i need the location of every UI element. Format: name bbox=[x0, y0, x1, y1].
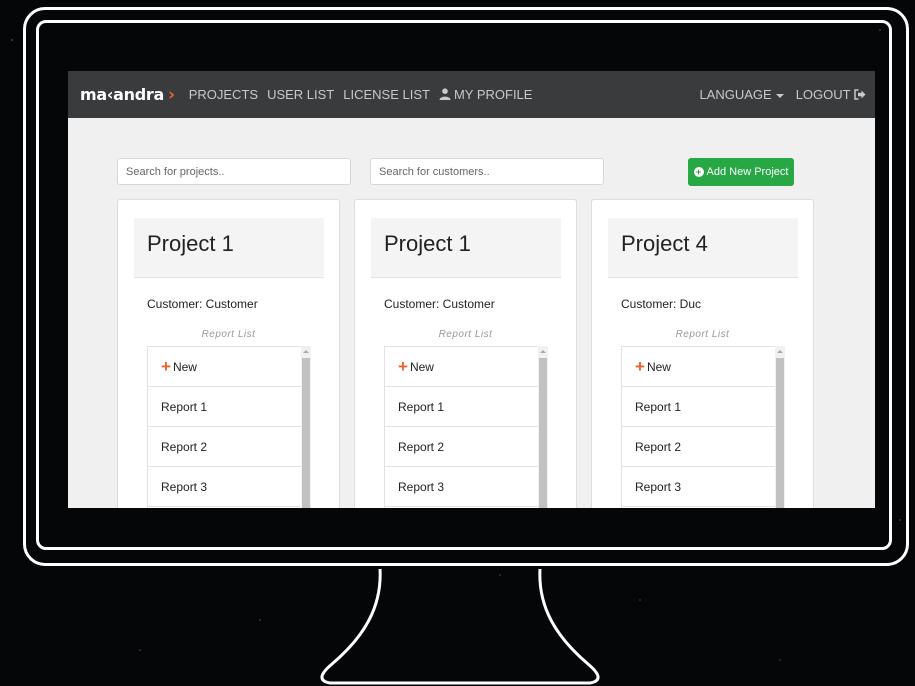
scroll-up-icon[interactable] bbox=[303, 350, 309, 353]
project-title[interactable]: Project 1 bbox=[147, 231, 234, 257]
report-item[interactable]: Report 1 bbox=[385, 387, 538, 427]
nav-my-profile[interactable]: MY PROFILE bbox=[439, 87, 533, 102]
new-report-label: New bbox=[409, 359, 434, 374]
new-report-button[interactable]: + New bbox=[385, 347, 538, 387]
search-projects-input[interactable] bbox=[117, 158, 351, 185]
nav-my-profile-label: MY PROFILE bbox=[453, 87, 533, 102]
report-list-scrollbar[interactable] bbox=[538, 346, 548, 508]
card-header: Project 1 bbox=[134, 218, 324, 278]
nav-projects[interactable]: PROJECTS bbox=[189, 87, 258, 102]
nav-user-list[interactable]: USER LIST bbox=[267, 87, 334, 102]
card-header: Project 4 bbox=[608, 218, 798, 278]
language-dropdown[interactable]: LANGUAGE bbox=[699, 87, 784, 102]
plus-circle-icon: + bbox=[693, 167, 704, 177]
user-icon bbox=[439, 88, 451, 100]
report-item[interactable]: Report 1 bbox=[148, 387, 301, 427]
scrollbar-thumb[interactable] bbox=[539, 358, 547, 508]
logo-text: ma‹andra bbox=[80, 85, 164, 104]
project-card: Project 1 Customer: Customer Report List… bbox=[354, 199, 577, 508]
new-report-button[interactable]: + New bbox=[148, 347, 301, 387]
project-title[interactable]: Project 4 bbox=[621, 231, 708, 257]
new-report-label: New bbox=[172, 359, 197, 374]
customer-label: Customer: Customer bbox=[384, 297, 495, 311]
report-list-heading: Report List bbox=[675, 329, 730, 340]
scroll-up-icon[interactable] bbox=[777, 350, 783, 353]
customer-label: Customer: Customer bbox=[147, 297, 258, 311]
report-item[interactable]: Report 3 bbox=[385, 467, 538, 507]
customer-label: Customer: Duc bbox=[621, 297, 702, 311]
report-list: + New Report 1 Report 2 Report 3 bbox=[147, 346, 302, 508]
caret-down-icon bbox=[775, 93, 784, 98]
report-item[interactable]: Report 3 bbox=[622, 467, 775, 507]
report-item[interactable]: Report 2 bbox=[622, 427, 775, 467]
language-label: LANGUAGE bbox=[699, 87, 772, 102]
report-list: + New Report 1 Report 2 Report 3 bbox=[384, 346, 539, 508]
scrollbar-thumb[interactable] bbox=[302, 358, 310, 508]
project-card: Project 1 Customer: Customer Report List… bbox=[117, 199, 340, 508]
report-item[interactable]: Report 2 bbox=[148, 427, 301, 467]
project-title[interactable]: Project 1 bbox=[384, 231, 471, 257]
report-list-scrollbar[interactable] bbox=[775, 346, 785, 508]
plus-icon: + bbox=[635, 357, 645, 376]
nav-license-list[interactable]: LICENSE LIST bbox=[343, 87, 430, 102]
sign-out-icon bbox=[854, 89, 866, 100]
project-card: Project 4 Customer: Duc Report List + Ne… bbox=[591, 199, 814, 508]
scroll-up-icon[interactable] bbox=[540, 350, 546, 353]
report-item[interactable]: Report 1 bbox=[622, 387, 775, 427]
new-report-label: New bbox=[646, 359, 671, 374]
logout-label: LOGOUT bbox=[795, 87, 851, 102]
report-list-heading: Report List bbox=[201, 329, 256, 340]
report-item[interactable]: Report 3 bbox=[148, 467, 301, 507]
plus-icon: + bbox=[161, 357, 171, 376]
logout-link[interactable]: LOGOUT bbox=[796, 87, 866, 102]
logo-chevron-icon: › bbox=[168, 84, 175, 105]
report-list: + New Report 1 Report 2 Report 3 bbox=[621, 346, 776, 508]
app-screen: ma‹andra › PROJECTS USER LIST LICENSE LI… bbox=[68, 71, 875, 508]
scrollbar-thumb[interactable] bbox=[776, 358, 784, 508]
navbar: ma‹andra › PROJECTS USER LIST LICENSE LI… bbox=[68, 71, 875, 118]
report-item[interactable]: Report 2 bbox=[385, 427, 538, 467]
add-new-project-button[interactable]: + Add New Project bbox=[688, 158, 794, 186]
monitor-stand bbox=[320, 568, 600, 685]
search-customers-input[interactable] bbox=[370, 158, 604, 185]
report-list-scrollbar[interactable] bbox=[301, 346, 311, 508]
report-list-heading: Report List bbox=[438, 329, 493, 340]
add-new-project-label: Add New Project bbox=[706, 166, 789, 178]
plus-icon: + bbox=[398, 357, 408, 376]
new-report-button[interactable]: + New bbox=[622, 347, 775, 387]
logo[interactable]: ma‹andra › bbox=[80, 85, 175, 105]
card-header: Project 1 bbox=[371, 218, 561, 278]
